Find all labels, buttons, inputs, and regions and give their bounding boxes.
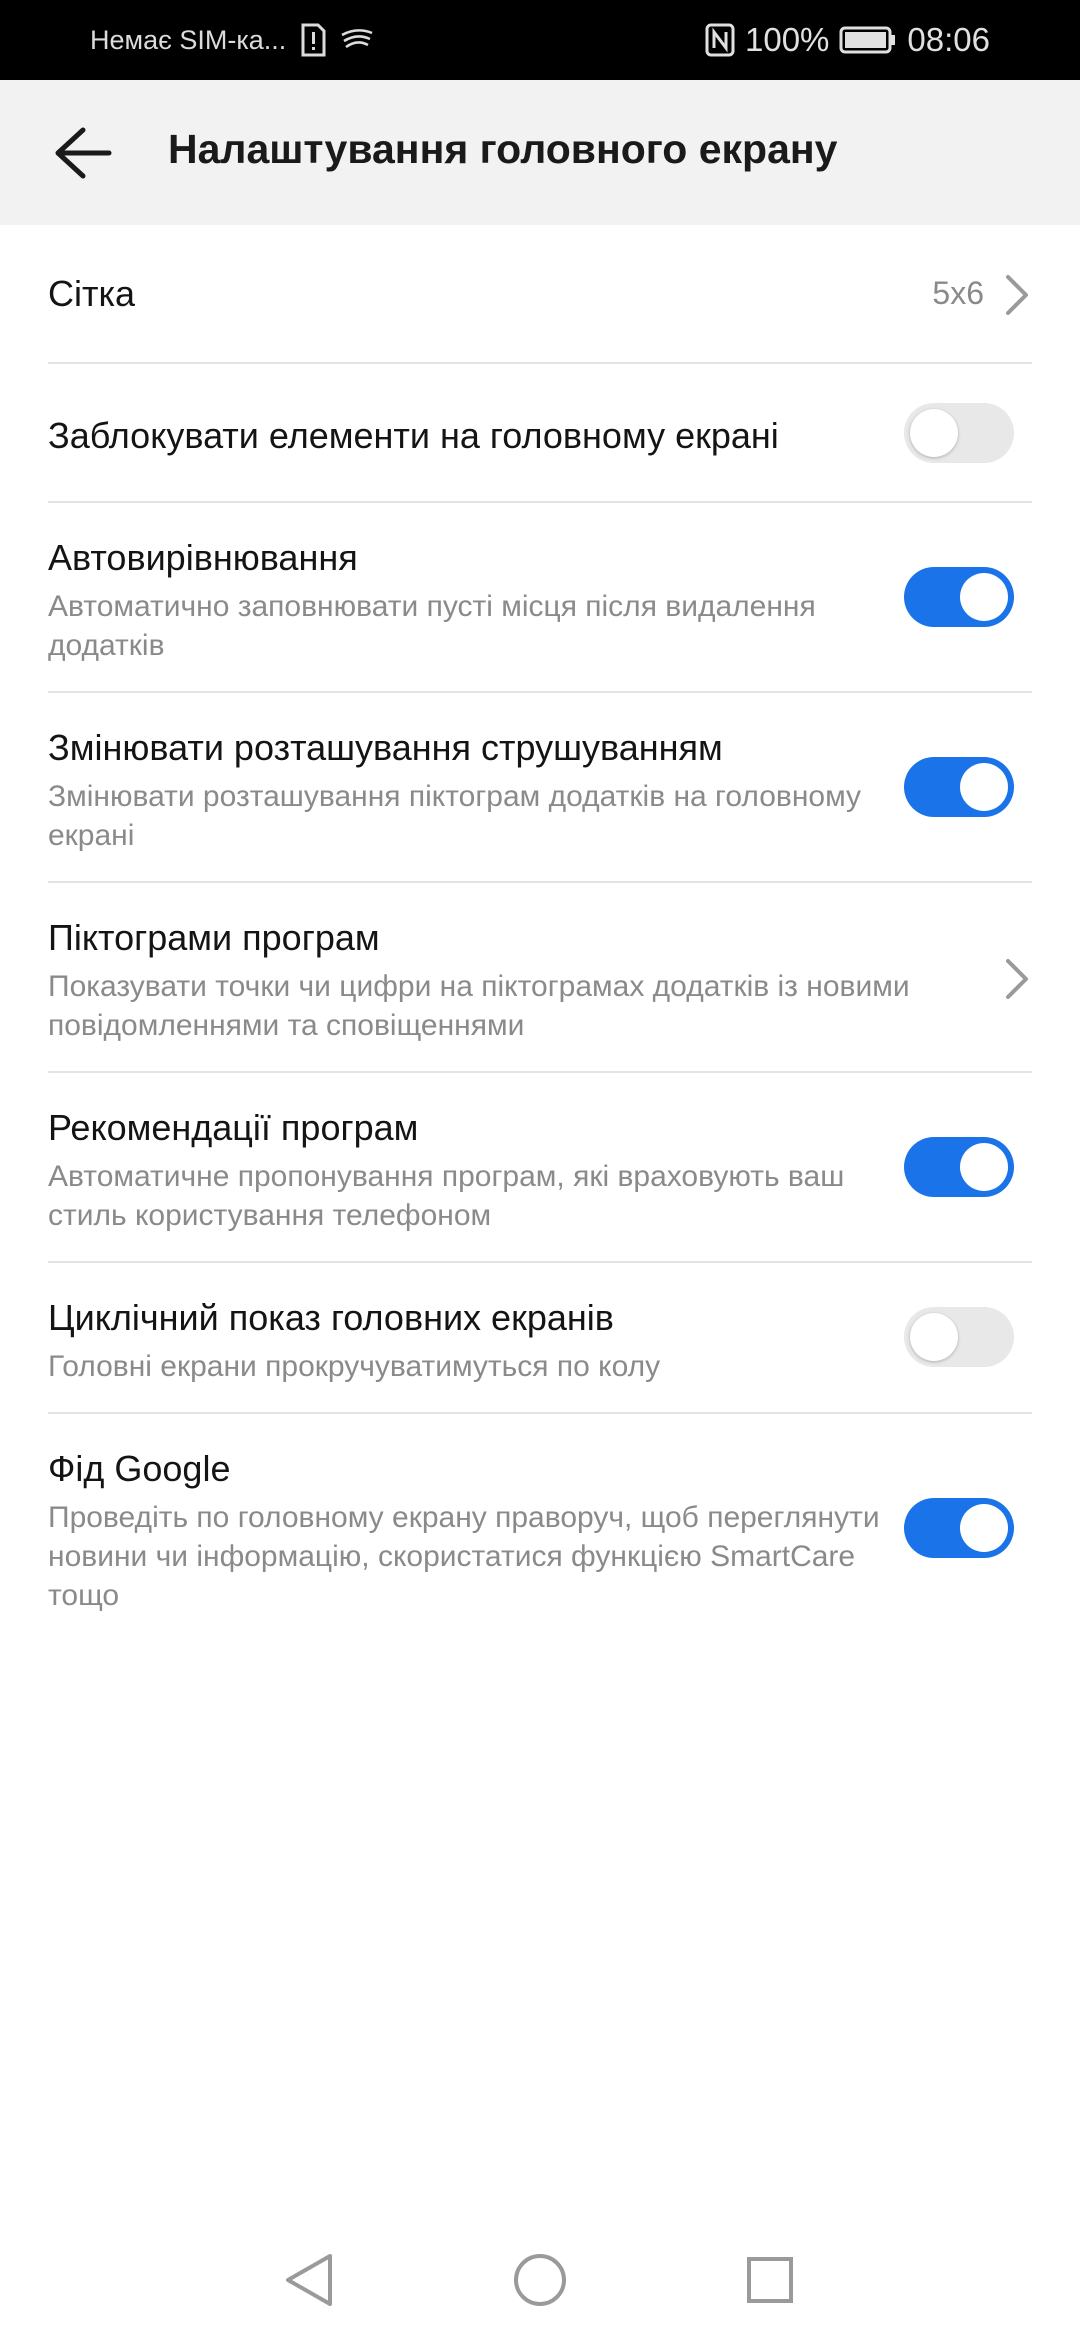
arrow-left-icon bbox=[55, 127, 112, 179]
setting-cyclic-screens-subtitle: Головні екрани прокручуватимуться по кол… bbox=[48, 1350, 661, 1383]
app-bar: Налаштування головного екрану bbox=[0, 80, 1080, 225]
google-feed-toggle[interactable] bbox=[904, 1498, 1014, 1558]
status-bar: Немає SIM-ка... 100% 08:06 bbox=[0, 0, 1080, 80]
setting-cyclic-screens[interactable]: Циклічний показ головних екранів Головні… bbox=[48, 1297, 1032, 1383]
auto-align-toggle[interactable] bbox=[904, 567, 1014, 627]
nav-home-button[interactable] bbox=[500, 2240, 580, 2320]
toggle-knob bbox=[960, 1504, 1008, 1552]
clock: 08:06 bbox=[907, 21, 990, 58]
nav-recents-button[interactable] bbox=[730, 2240, 810, 2320]
setting-auto-align[interactable]: Автовирівнювання Автоматично заповнювати… bbox=[48, 537, 1032, 662]
back-triangle-icon bbox=[286, 2254, 332, 2306]
recommendations-toggle[interactable] bbox=[904, 1137, 1014, 1197]
shake-toggle[interactable] bbox=[904, 757, 1014, 817]
setting-recommendations-title: Рекомендації програм bbox=[48, 1107, 419, 1148]
toggle-knob bbox=[960, 573, 1008, 621]
navigation-bar bbox=[0, 2220, 1080, 2340]
setting-app-badges[interactable]: Піктограми програм Показувати точки чи ц… bbox=[48, 917, 1032, 1042]
setting-grid-title: Сітка bbox=[48, 273, 136, 314]
recents-square-icon bbox=[747, 2257, 793, 2303]
toggle-knob bbox=[910, 1313, 958, 1361]
setting-google-feed[interactable]: Фід Google Проведіть по головному екрану… bbox=[48, 1448, 1032, 1612]
sim-alert-icon bbox=[300, 23, 326, 57]
divider bbox=[48, 501, 1032, 503]
setting-lock-items-title: Заблокувати елементи на головному екрані bbox=[48, 415, 779, 456]
back-button[interactable] bbox=[40, 110, 126, 196]
cyclic-screens-toggle[interactable] bbox=[904, 1307, 1014, 1367]
lock-items-toggle[interactable] bbox=[904, 403, 1014, 463]
grid-value: 5x6 bbox=[932, 275, 984, 311]
divider bbox=[48, 1071, 1032, 1073]
setting-google-feed-title: Фід Google bbox=[48, 1448, 231, 1489]
setting-auto-align-title: Автовирівнювання bbox=[48, 537, 358, 578]
setting-cyclic-screens-title: Циклічний показ головних екранів bbox=[48, 1297, 614, 1338]
toggle-knob bbox=[960, 763, 1008, 811]
battery-percent: 100% bbox=[745, 21, 830, 58]
toggle-knob bbox=[960, 1143, 1008, 1191]
setting-shake-title: Змінювати розташування струшуванням bbox=[48, 727, 723, 768]
chevron-right-icon bbox=[1006, 275, 1028, 315]
setting-shake-subtitle: Змінювати розташування піктограм додаткі… bbox=[48, 780, 862, 852]
battery-icon bbox=[839, 25, 897, 55]
setting-lock-items[interactable]: Заблокувати елементи на головному екрані bbox=[48, 415, 1032, 465]
divider bbox=[48, 362, 1032, 364]
setting-grid[interactable]: Сітка 5x6 bbox=[48, 273, 1032, 323]
setting-app-badges-subtitle: Показувати точки чи цифри на піктограмах… bbox=[48, 970, 910, 1042]
status-right: 100% 08:06 bbox=[705, 0, 990, 80]
divider bbox=[48, 1412, 1032, 1414]
setting-auto-align-subtitle: Автоматично заповнювати пусті місця післ… bbox=[48, 590, 816, 662]
page-title: Налаштування головного екрану bbox=[168, 126, 838, 172]
nav-back-button[interactable] bbox=[268, 2240, 348, 2320]
setting-recommendations-subtitle: Автоматичне пропонування програм, які вр… bbox=[48, 1160, 845, 1232]
setting-google-feed-subtitle: Проведіть по головному екрану праворуч, … bbox=[48, 1501, 880, 1612]
status-left: Немає SIM-ка... bbox=[90, 0, 374, 80]
divider bbox=[48, 691, 1032, 693]
toggle-knob bbox=[910, 409, 958, 457]
divider bbox=[48, 881, 1032, 883]
nfc-icon bbox=[705, 23, 735, 57]
setting-app-badges-title: Піктограми програм bbox=[48, 917, 380, 958]
carrier-text: Немає SIM-ка... bbox=[90, 24, 287, 55]
setting-shake[interactable]: Змінювати розташування струшуванням Змін… bbox=[48, 727, 1032, 852]
setting-recommendations[interactable]: Рекомендації програм Автоматичне пропону… bbox=[48, 1107, 1032, 1232]
chevron-right-icon bbox=[1006, 959, 1028, 999]
signal-swirl-icon bbox=[340, 27, 374, 53]
home-circle-icon bbox=[514, 2254, 566, 2306]
divider bbox=[48, 1261, 1032, 1263]
